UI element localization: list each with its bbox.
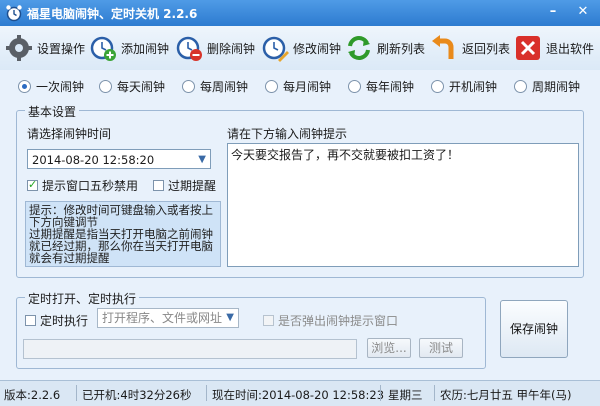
radio-once[interactable]: 一次闹钟 bbox=[18, 78, 84, 95]
exit-button[interactable]: 退出软件 bbox=[513, 32, 594, 64]
radio-label: 每月闹钟 bbox=[283, 80, 332, 94]
settings-button[interactable]: 设置操作 bbox=[4, 32, 85, 64]
radio-periodic[interactable]: 周期闹钟 bbox=[514, 78, 580, 95]
refresh-list-label: 刷新列表 bbox=[377, 41, 426, 56]
chevron-down-icon[interactable]: ▼ bbox=[226, 309, 234, 327]
popup-ban-label: 提示窗口五秒禁用 bbox=[42, 179, 139, 193]
overdue-label: 过期提醒 bbox=[168, 179, 217, 193]
checkbox-box bbox=[25, 315, 36, 326]
status-weekday: 星期三 bbox=[388, 388, 423, 402]
radio-startup[interactable]: 开机闹钟 bbox=[431, 78, 497, 95]
overdue-reminder-checkbox[interactable]: 过期提醒 bbox=[153, 177, 216, 194]
program-select[interactable]: 打开程序、文件或网址 ▼ bbox=[97, 308, 239, 328]
delete-alarm-label: 删除闹钟 bbox=[207, 41, 256, 56]
add-alarm-label: 添加闹钟 bbox=[121, 41, 170, 56]
status-separator bbox=[380, 385, 381, 401]
add-alarm-button[interactable]: 添加闹钟 bbox=[88, 32, 169, 64]
alarm-clock-icon bbox=[6, 5, 22, 22]
radio-label: 开机闹钟 bbox=[449, 80, 498, 94]
exit-label: 退出软件 bbox=[546, 41, 595, 56]
tip-line-1: 提示：修改时间可键盘输入或者按上下方向键调节 bbox=[29, 203, 213, 229]
app-window: 福星电脑闹钟、定时关机 2.2.6 – ✕ 设置操作 添加闹钟 删除闹钟 修改闹… bbox=[0, 0, 600, 406]
status-separator bbox=[206, 385, 207, 401]
basic-settings-group: 基本设置 请选择闹钟时间 2014-08-20 12:58:20 ▼ 提示窗口五… bbox=[16, 103, 584, 278]
radio-monthly[interactable]: 每月闹钟 bbox=[265, 78, 331, 95]
radio-label: 每天闹钟 bbox=[117, 80, 166, 94]
browse-button[interactable]: 浏览... bbox=[367, 338, 411, 358]
radio-indicator bbox=[99, 80, 112, 93]
repeat-mode-group: 一次闹钟 每天闹钟 每周闹钟 每月闹钟 每年闹钟 开机闹钟 周期闹钟 bbox=[0, 76, 600, 96]
radio-indicator bbox=[265, 80, 278, 93]
status-uptime: 已开机:4时32分26秒 bbox=[82, 388, 192, 402]
popup-ban-checkbox[interactable]: 提示窗口五秒禁用 bbox=[27, 177, 138, 194]
alarm-delete-icon bbox=[176, 36, 202, 61]
alarm-edit-icon bbox=[262, 36, 289, 62]
checkbox-box bbox=[153, 180, 164, 191]
alarm-time-picker[interactable]: 2014-08-20 12:58:20 ▼ bbox=[27, 149, 211, 169]
refresh-list-button[interactable]: 刷新列表 bbox=[344, 32, 425, 64]
timed-exec-checkbox[interactable]: 定时执行 bbox=[25, 312, 88, 329]
radio-indicator bbox=[348, 80, 361, 93]
exit-icon bbox=[516, 36, 540, 60]
basic-settings-title: 基本设置 bbox=[25, 103, 80, 120]
radio-indicator bbox=[514, 80, 527, 93]
return-icon bbox=[432, 35, 454, 59]
checkbox-box bbox=[263, 315, 274, 326]
edit-alarm-button[interactable]: 修改闹钟 bbox=[260, 32, 341, 64]
timed-exec-group: 定时打开、定时执行 定时执行 打开程序、文件或网址 ▼ 是否弹出闹钟提示窗口 浏… bbox=[16, 290, 486, 369]
window-title: 福星电脑闹钟、定时关机 2.2.6 bbox=[27, 7, 198, 21]
radio-label: 周期闹钟 bbox=[532, 80, 581, 94]
checkbox-box bbox=[27, 178, 38, 191]
radio-weekly[interactable]: 每周闹钟 bbox=[182, 78, 248, 95]
status-version: 版本:2.2.6 bbox=[4, 388, 61, 402]
radio-yearly[interactable]: 每年闹钟 bbox=[348, 78, 414, 95]
title-bar[interactable]: 福星电脑闹钟、定时关机 2.2.6 – ✕ bbox=[0, 0, 600, 26]
show-popup-label: 是否弹出闹钟提示窗口 bbox=[278, 314, 399, 328]
alarm-time-value: 2014-08-20 12:58:20 bbox=[32, 153, 155, 167]
toolbar: 设置操作 添加闹钟 删除闹钟 修改闹钟 刷新列表 返回列表 退出软件 bbox=[0, 26, 600, 70]
status-current-time: 现在时间:2014-08-20 12:58:23 bbox=[212, 388, 385, 402]
status-lunar: 农历:七月廿五 甲午年(马) bbox=[440, 388, 572, 402]
edit-alarm-label: 修改闹钟 bbox=[293, 41, 342, 56]
alarm-add-icon bbox=[90, 36, 116, 61]
program-select-placeholder: 打开程序、文件或网址 bbox=[102, 311, 223, 325]
alarm-message-textarea[interactable]: 今天要交报告了，再不交就要被扣工资了！ bbox=[227, 143, 579, 267]
gear-icon bbox=[6, 35, 32, 61]
tip-box: 提示：修改时间可键盘输入或者按上下方向键调节 过期提醒是指当天打开电脑之前闹钟就… bbox=[25, 201, 221, 267]
return-list-label: 返回列表 bbox=[462, 41, 511, 56]
minimize-button[interactable]: – bbox=[544, 4, 562, 20]
radio-indicator bbox=[18, 80, 31, 93]
return-list-button[interactable]: 返回列表 bbox=[429, 32, 510, 64]
status-separator bbox=[434, 385, 435, 401]
radio-label: 每周闹钟 bbox=[200, 80, 249, 94]
refresh-icon bbox=[348, 36, 370, 60]
time-label: 请选择闹钟时间 bbox=[27, 127, 112, 141]
settings-label: 设置操作 bbox=[37, 41, 86, 56]
test-button[interactable]: 测试 bbox=[419, 338, 463, 358]
timed-exec-label: 定时执行 bbox=[40, 314, 89, 328]
save-alarm-button[interactable]: 保存闹钟 bbox=[500, 300, 568, 358]
close-button[interactable]: ✕ bbox=[572, 4, 594, 20]
radio-label: 每年闹钟 bbox=[366, 80, 415, 94]
delete-alarm-button[interactable]: 删除闹钟 bbox=[174, 32, 255, 64]
program-path-input[interactable] bbox=[23, 339, 357, 359]
radio-indicator bbox=[431, 80, 444, 93]
timed-exec-title: 定时打开、定时执行 bbox=[25, 290, 140, 307]
radio-indicator bbox=[182, 80, 195, 93]
message-label: 请在下方输入闹钟提示 bbox=[227, 127, 348, 141]
status-bar: 版本:2.2.6 已开机:4时32分26秒 现在时间:2014-08-20 12… bbox=[0, 380, 600, 406]
chevron-down-icon[interactable]: ▼ bbox=[198, 150, 206, 170]
radio-daily[interactable]: 每天闹钟 bbox=[99, 78, 165, 95]
status-separator bbox=[76, 385, 77, 401]
alarm-message-text: 今天要交报告了，再不交就要被扣工资了！ bbox=[231, 148, 460, 162]
show-popup-checkbox[interactable]: 是否弹出闹钟提示窗口 bbox=[263, 312, 398, 329]
tip-line-2: 过期提醒是指当天打开电脑之前闹钟就已经过期，那么你在当天打开电脑就会有过期提醒 bbox=[29, 227, 213, 265]
radio-label: 一次闹钟 bbox=[36, 80, 85, 94]
